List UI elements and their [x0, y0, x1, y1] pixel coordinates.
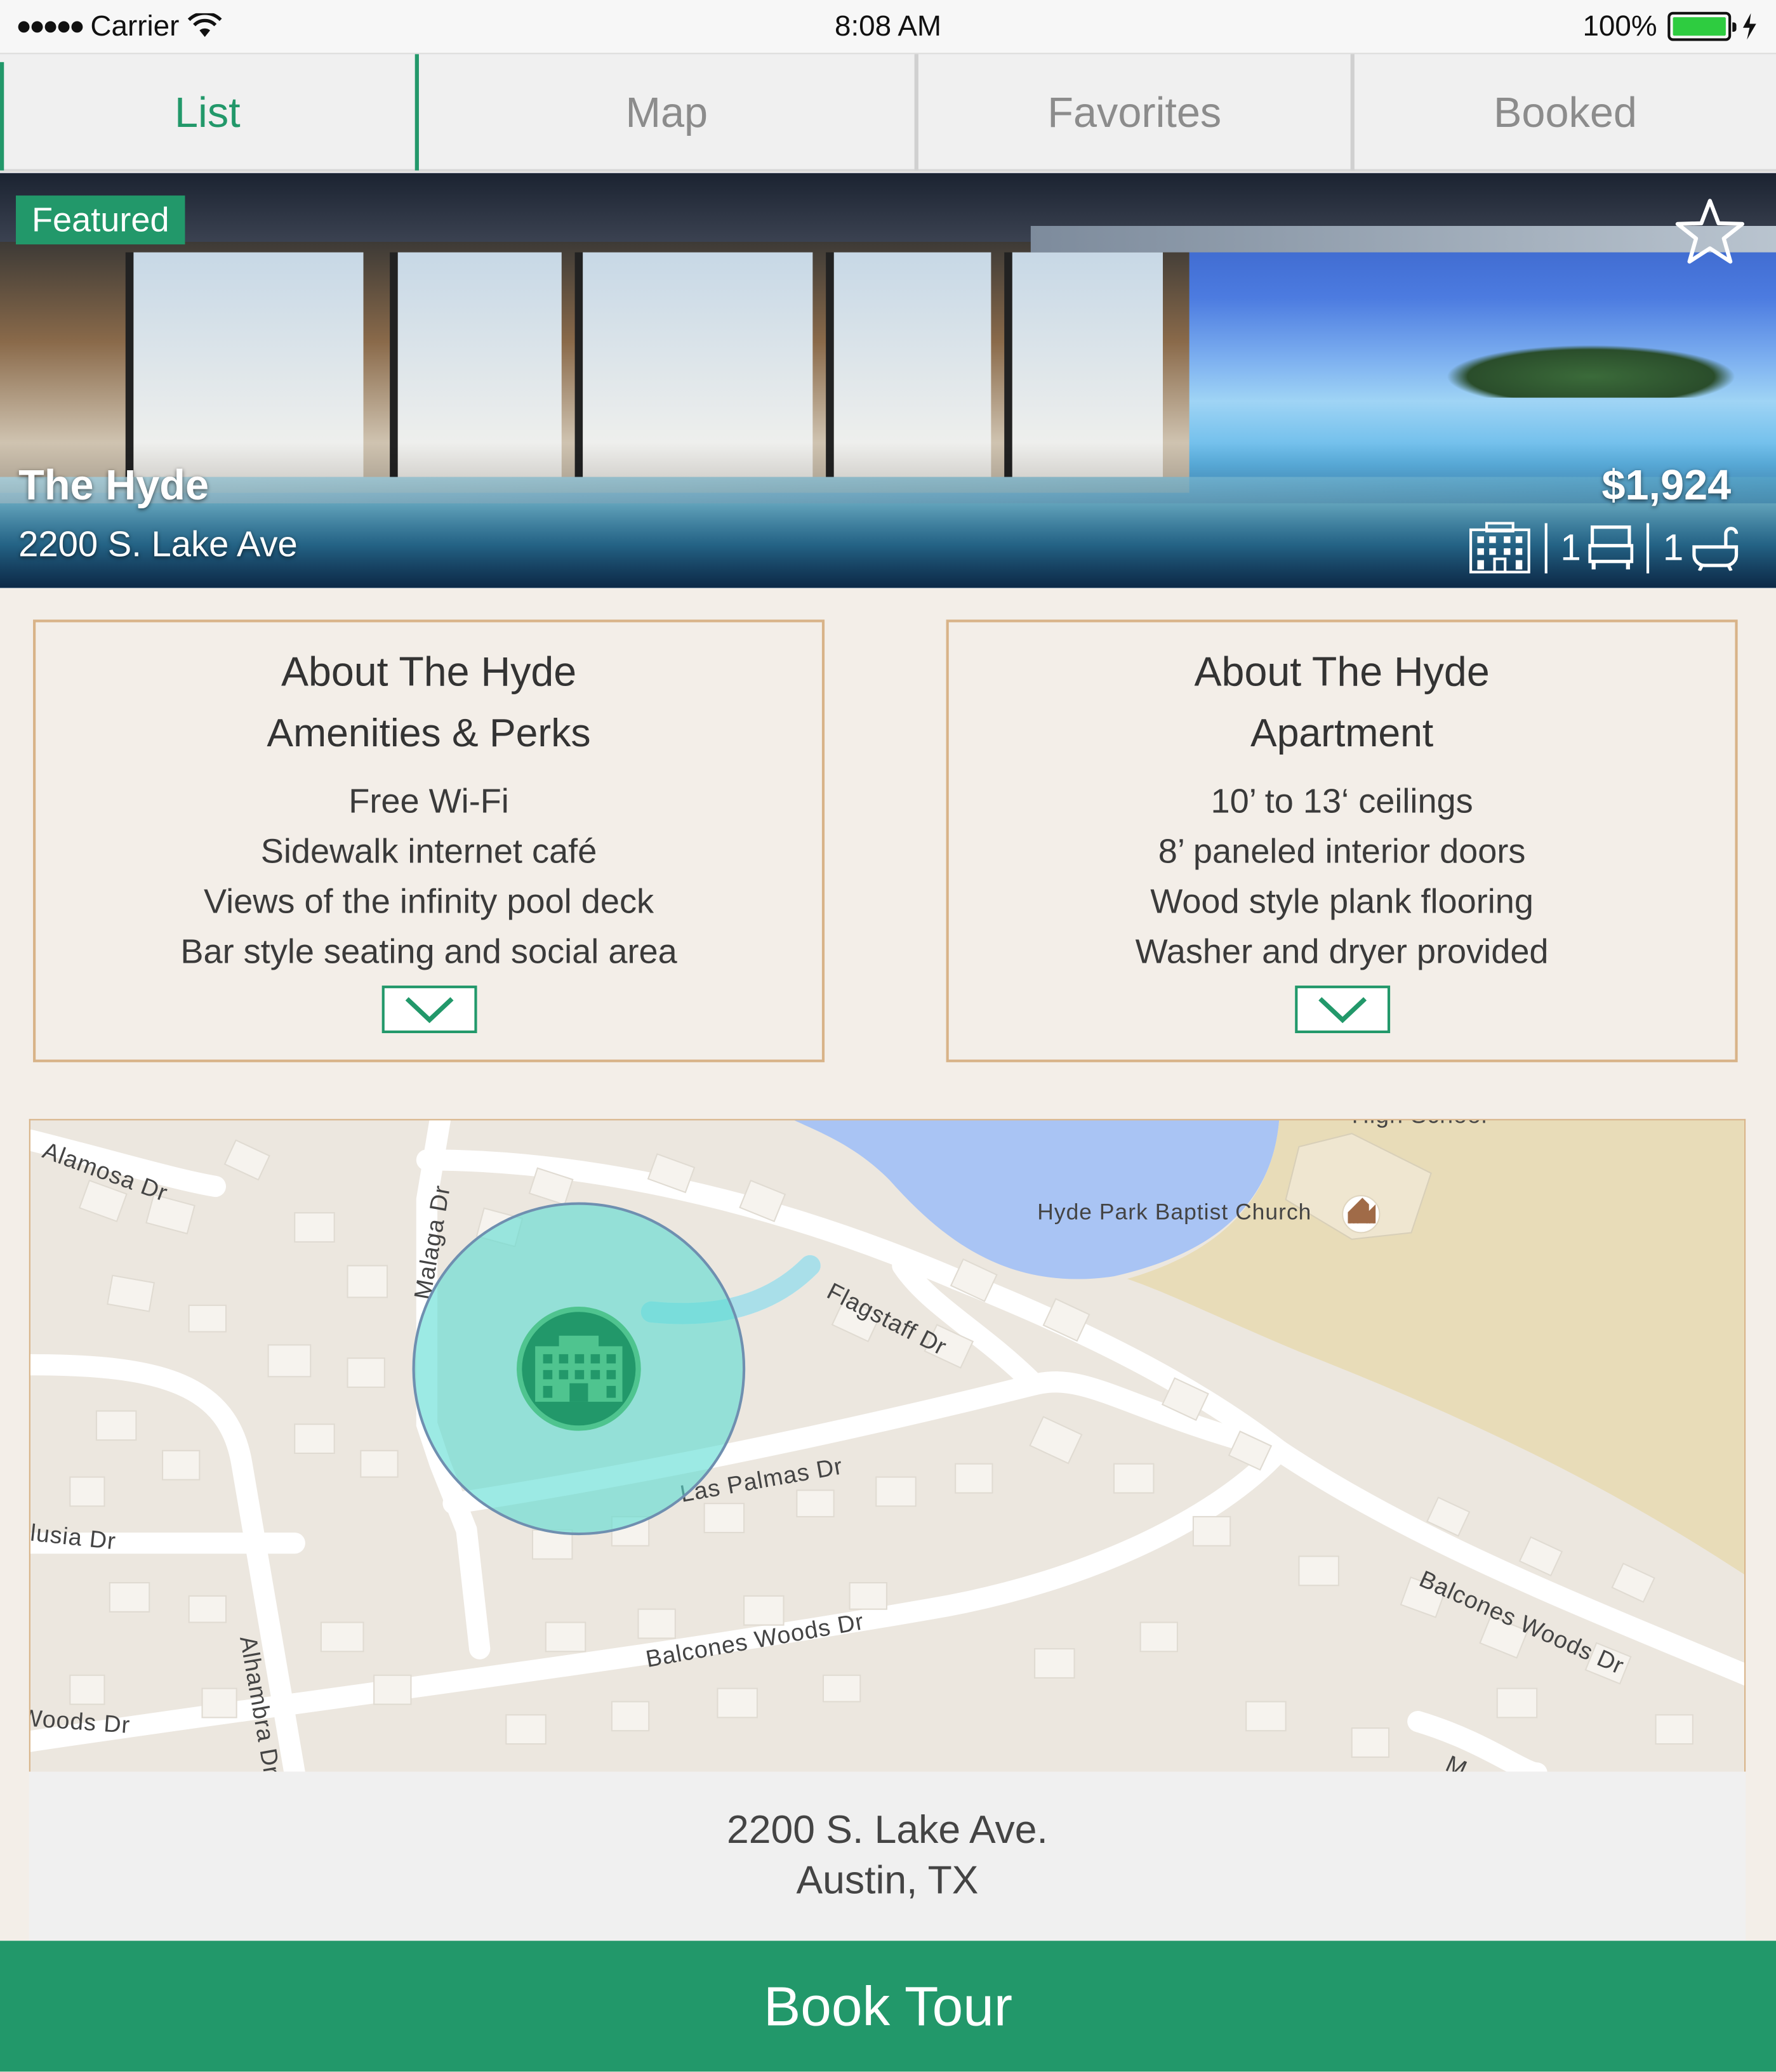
building-pin[interactable]: [517, 1306, 641, 1431]
tab-map[interactable]: Map: [414, 54, 915, 171]
map-address: 2200 S. Lake Ave. Austin, TX: [29, 1771, 1746, 1941]
baths-count: 1: [1662, 527, 1684, 569]
listing-specs: 1 1: [1468, 522, 1739, 574]
amenities-title: About The Hyde: [281, 649, 577, 696]
specs-separator: [1647, 523, 1650, 574]
location-map[interactable]: Alamosa Dr Malaga Dr Flagstaff Dr Hyde P…: [29, 1119, 1746, 1772]
specs-separator: [1544, 523, 1547, 574]
status-right: 100%: [1582, 10, 1757, 44]
apartment-title: About The Hyde: [1194, 649, 1490, 696]
status-bar: ●●●●● Carrier 8:08 AM 100%: [0, 0, 1776, 53]
favorite-star-icon[interactable]: [1673, 197, 1747, 268]
list-item: 10’ to 13‘ ceilings: [1210, 781, 1473, 821]
status-time: 8:08 AM: [834, 9, 942, 43]
amenities-expand-button[interactable]: [381, 986, 477, 1034]
hero-image-canopy: [1030, 225, 1776, 253]
hero-image-trees: [1445, 345, 1737, 398]
chevron-down-icon: [1318, 997, 1367, 1024]
list-item: Sidewalk internet café: [260, 831, 597, 871]
tab-favorites[interactable]: Favorites: [914, 54, 1351, 171]
apartment-list: 10’ to 13‘ ceilings 8’ paneled interior …: [949, 775, 1735, 976]
listing-address: 2200 S. Lake Ave: [18, 524, 298, 564]
list-item: 8’ paneled interior doors: [1158, 831, 1526, 871]
list-item: Washer and dryer provided: [1135, 931, 1549, 972]
map-base: [30, 1120, 1745, 1772]
list-item: Views of the infinity pool deck: [203, 881, 654, 921]
battery-icon: [1667, 11, 1737, 41]
listing-price: $1,924: [1601, 461, 1732, 509]
beds-count: 1: [1560, 527, 1581, 569]
amenities-list: Free Wi-Fi Sidewalk internet café Views …: [36, 775, 822, 976]
apartment-subtitle: Apartment: [1250, 712, 1434, 756]
listing-name: The Hyde: [18, 461, 209, 509]
list-item: Bar style seating and social area: [180, 931, 677, 972]
chevron-down-icon: [404, 997, 453, 1024]
listing-hero[interactable]: Featured The Hyde 2200 S. Lake Ave $1,92…: [0, 173, 1776, 588]
list-item: Free Wi-Fi: [348, 781, 509, 821]
map-address-line2: Austin, TX: [796, 1859, 979, 1903]
building-icon: [1469, 522, 1530, 574]
list-item: Wood style plank flooring: [1150, 881, 1534, 921]
book-tour-button[interactable]: Book Tour: [0, 1941, 1776, 2072]
apartment-card: About The Hyde Apartment 10’ to 13‘ ceil…: [946, 619, 1738, 1062]
map-label-high-school: High School: [1352, 1120, 1488, 1130]
app-root: ●●●●● Carrier 8:08 AM 100% List Map Favo…: [0, 0, 1776, 2072]
featured-badge: Featured: [15, 195, 185, 245]
building-icon: [535, 1335, 623, 1402]
apartment-expand-button[interactable]: [1294, 986, 1390, 1034]
map-label-church: Hyde Park Baptist Church: [1037, 1199, 1312, 1225]
tab-list[interactable]: List: [0, 54, 415, 171]
bathtub-icon: [1692, 527, 1739, 571]
tab-bar: List Map Favorites Booked: [0, 53, 1776, 172]
amenities-card: About The Hyde Amenities & Perks Free Wi…: [33, 619, 825, 1062]
tab-booked[interactable]: Booked: [1350, 54, 1776, 171]
charging-icon: [1742, 13, 1756, 40]
map-address-line1: 2200 S. Lake Ave.: [727, 1809, 1048, 1852]
battery-percent: 100%: [1582, 9, 1657, 43]
bed-icon: [1589, 525, 1634, 570]
amenities-subtitle: Amenities & Perks: [267, 712, 591, 756]
